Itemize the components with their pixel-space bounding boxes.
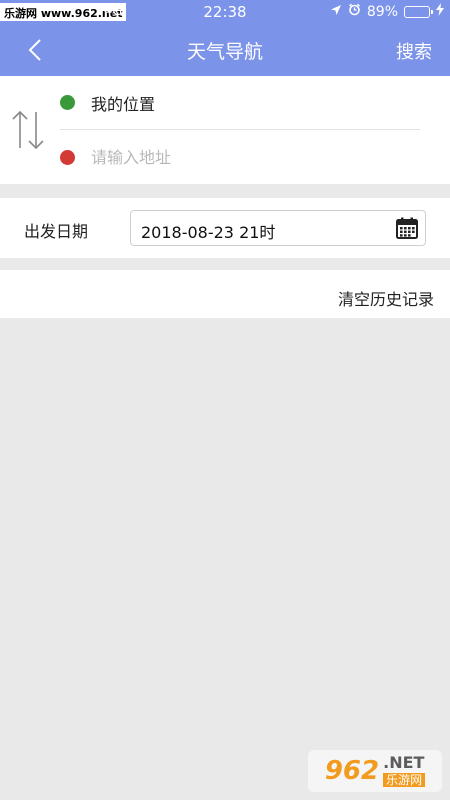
watermark-text: .NET 乐游网 — [383, 753, 426, 787]
route-panel: 我的位置 — [0, 76, 450, 184]
date-panel: 出发日期 2018-08-23 21时 — [0, 198, 450, 258]
battery-icon — [404, 5, 433, 18]
swap-arrows-icon[interactable] — [10, 110, 46, 150]
alarm-icon — [348, 3, 361, 20]
history-panel: 清空历史记录 — [0, 270, 450, 318]
end-dot-icon — [60, 149, 75, 165]
departure-date-value: 2018-08-23 21时 — [141, 223, 276, 242]
location-arrow-icon — [330, 4, 342, 20]
watermark-logo: 962 .NET 乐游网 — [308, 750, 442, 792]
clear-history-button[interactable]: 清空历史记录 — [338, 286, 434, 310]
calendar-icon[interactable] — [395, 216, 419, 240]
nav-bar: 天气导航 搜索 — [0, 24, 450, 76]
departure-date-picker[interactable]: 2018-08-23 21时 — [130, 210, 426, 246]
charging-bolt-icon — [436, 3, 444, 20]
battery-percent: 89% — [366, 3, 398, 20]
status-bar: 乐游网 www.962.net 4G 22:38 89% — [0, 0, 450, 24]
end-location-row[interactable] — [60, 130, 420, 184]
start-dot-icon — [60, 95, 75, 110]
start-location-row[interactable]: 我的位置 — [60, 76, 420, 130]
search-button[interactable]: 搜索 — [396, 38, 432, 64]
departure-date-label: 出发日期 — [24, 222, 89, 241]
watermark-962: 962 — [324, 756, 380, 786]
destination-input[interactable] — [91, 147, 371, 167]
page-title: 天气导航 — [186, 41, 263, 63]
watermark-net: .NET — [383, 753, 425, 772]
watermark-cn: 乐游网 — [383, 773, 426, 787]
start-location-label: 我的位置 — [91, 94, 156, 114]
status-right: 89% — [330, 3, 444, 20]
